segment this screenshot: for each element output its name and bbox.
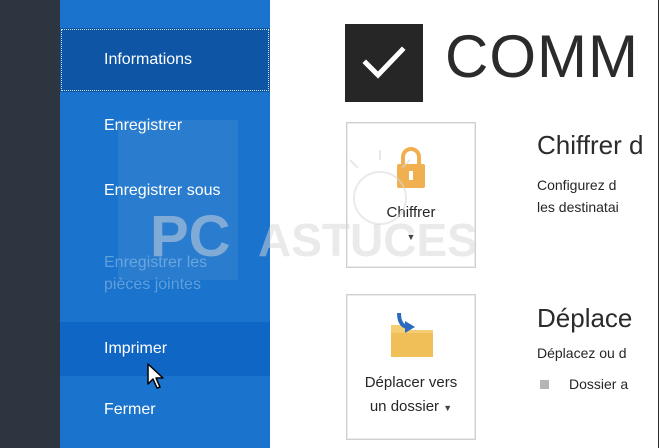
deplacer-vers-dossier-button[interactable]: Déplacer vers un dossier ▼	[346, 294, 476, 440]
sidebar-item-label: Imprimer	[104, 340, 168, 357]
chiffrer-section-title: Chiffrer d	[537, 130, 644, 160]
sidebar-item-label: Fermer	[104, 401, 156, 418]
chevron-down-icon: ▼	[443, 403, 453, 413]
sidebar-item-enregistrer[interactable]: Enregistrer	[60, 100, 270, 152]
lock-icon	[395, 145, 427, 194]
sidebar-item-label: Enregistrer sous	[104, 182, 221, 199]
folder-list-item-label: Dossier a	[569, 376, 629, 392]
chiffrer-section-description: Configurez d les destinatai	[537, 174, 619, 218]
bullet-icon	[540, 379, 549, 389]
chiffrer-button[interactable]: Chiffrer ▼	[346, 122, 476, 268]
move-to-folder-icon	[385, 311, 437, 366]
deplacer-section-description: Déplacez ou d	[537, 345, 627, 361]
sidebar-item-label-line2: pièces jointes	[104, 276, 201, 293]
chevron-down-icon: ▼	[406, 232, 416, 242]
chiffrer-label-text: Chiffrer	[386, 204, 436, 221]
deplacer-label-line2: un dossier	[369, 398, 440, 415]
deplacer-label-line1: Déplacer vers	[364, 374, 458, 391]
sidebar-item-label-line1: Enregistrer les	[104, 254, 208, 271]
chiffrer-desc-line2: les destinatai	[537, 199, 619, 215]
sidebar-item-informations[interactable]: Informations	[60, 28, 270, 92]
sidebar-item-label: Enregistrer les pièces jointes	[104, 252, 207, 296]
page-title: COMM	[445, 23, 639, 90]
chiffrer-label: Chiffrer ▼	[347, 201, 475, 243]
mouse-cursor-icon	[146, 362, 168, 390]
deplacer-label: Déplacer vers un dossier ▼	[347, 371, 475, 420]
folder-list-item[interactable]: Dossier a	[540, 376, 628, 392]
sidebar-item-enregistrer-sous[interactable]: Enregistrer sous	[60, 165, 270, 217]
sidebar-item-label: Informations	[104, 51, 193, 68]
deplacer-label-line2-wrap: un dossier ▼	[347, 395, 475, 420]
chiffrer-desc-line1: Configurez d	[537, 177, 617, 193]
sidebar-item-enregistrer-pieces-jointes[interactable]: Enregistrer les pièces jointes	[60, 238, 270, 310]
deplacer-section-title: Déplace	[537, 303, 633, 333]
checkmark-icon	[345, 24, 423, 102]
main-panel: COMM Chiffrer ▼ Chiffrer d Configurez d …	[270, 0, 659, 448]
window-edge	[0, 0, 60, 448]
sidebar-item-fermer[interactable]: Fermer	[60, 385, 270, 435]
sidebar-item-label: Enregistrer	[104, 117, 183, 134]
